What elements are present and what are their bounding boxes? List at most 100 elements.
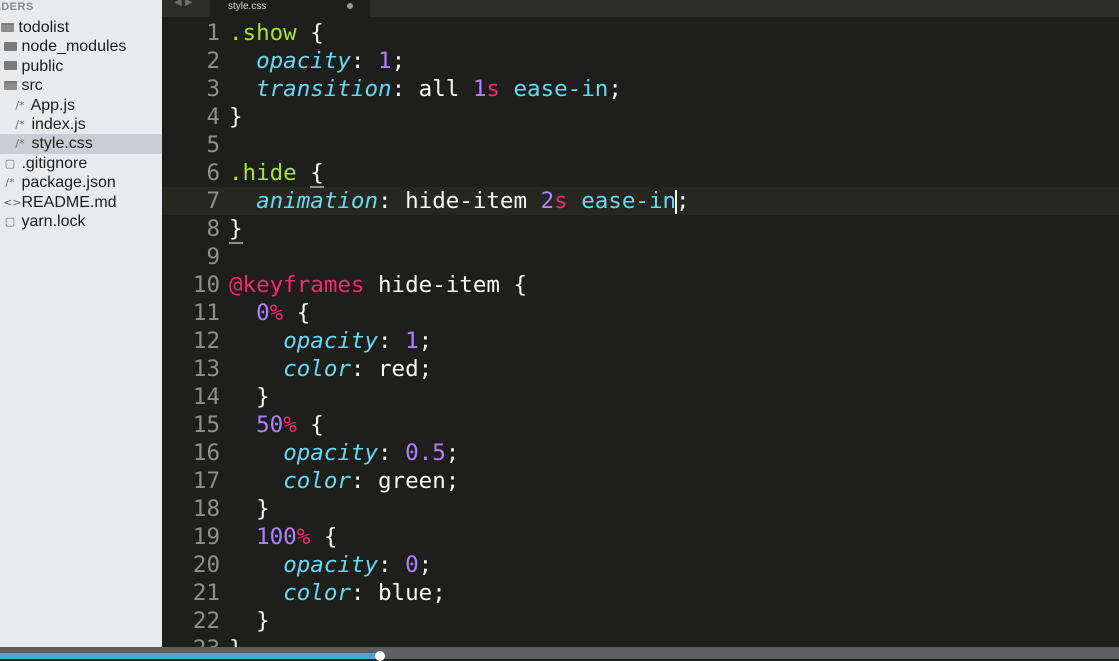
- code-line[interactable]: opacity: 1;: [229, 327, 432, 355]
- code-token: ;: [445, 440, 460, 466]
- code-token: %: [269, 300, 284, 326]
- folder-open-icon: [3, 76, 17, 95]
- video-progress-knob[interactable]: [375, 651, 386, 661]
- line-number: 12: [192, 328, 220, 354]
- code-token: {: [310, 160, 324, 188]
- sidebar-item-label: App.js: [27, 96, 76, 114]
- code-token: opacity: [283, 440, 379, 466]
- code-line[interactable]: @keyframes hide-item {: [229, 271, 527, 299]
- sidebar-item-public[interactable]: public: [0, 57, 162, 76]
- code-token: }: [229, 384, 270, 410]
- code-token: @keyframes: [229, 272, 365, 298]
- line-number: 7: [206, 188, 220, 214]
- line-number: 5: [206, 132, 220, 158]
- code-token: color: [283, 468, 351, 494]
- code-token: opacity: [283, 552, 379, 578]
- sidebar-item-yarn-lock[interactable]: ▢ yarn.lock: [0, 212, 162, 231]
- sidebar-item-gitignore[interactable]: ▢ .gitignore: [0, 154, 162, 173]
- sidebar-item-style-css[interactable]: /* style.css: [0, 134, 162, 154]
- code-token: ;: [418, 328, 433, 354]
- sidebar: LDERS todolist node_modules public src/*…: [0, 0, 162, 659]
- code-token: 0: [405, 552, 419, 578]
- code-token: 1: [472, 76, 487, 102]
- code-line[interactable]: }: [229, 495, 270, 523]
- sidebar-item-label: src: [17, 77, 43, 95]
- line-number: 11: [192, 300, 220, 326]
- line-number: 2: [206, 48, 220, 74]
- comment-file-icon: /*: [15, 98, 25, 112]
- code-token: }: [229, 104, 243, 130]
- code-line[interactable]: }: [229, 215, 243, 244]
- tab-title: style.css: [228, 1, 267, 12]
- code-token: {: [296, 20, 324, 46]
- tab-nav-arrows-icon[interactable]: ◀ ▶: [174, 0, 193, 8]
- sidebar-item-package-json[interactable]: /* package.json: [0, 173, 162, 192]
- code-token: color: [283, 356, 351, 382]
- sidebar-item-src[interactable]: src: [0, 76, 162, 95]
- code-line[interactable]: color: green;: [229, 467, 459, 495]
- sidebar-item-label: README.md: [17, 193, 117, 211]
- code-editor[interactable]: 1234567891011121314151617181920212223 .s…: [162, 17, 1119, 647]
- code-line[interactable]: }: [229, 383, 270, 411]
- code-token: : red;: [350, 356, 433, 382]
- sidebar-item-label: todolist: [14, 19, 70, 36]
- code-line[interactable]: }: [229, 103, 243, 131]
- sidebar-item-app-js[interactable]: /* App.js: [0, 96, 162, 115]
- code-token: }: [229, 608, 270, 634]
- sidebar-item-index-js[interactable]: /* index.js: [0, 115, 162, 134]
- code-line[interactable]: opacity: 1;: [229, 47, 405, 75]
- code-token: opacity: [283, 328, 379, 354]
- code-token: transition: [256, 76, 392, 102]
- line-number: 18: [192, 496, 220, 522]
- code-token: hide-item {: [364, 272, 528, 298]
- sidebar-item-label: index.js: [27, 115, 86, 133]
- tab-style-css[interactable]: style.css: [210, 0, 370, 17]
- line-number: 10: [192, 272, 220, 298]
- code-line[interactable]: color: red;: [229, 355, 432, 383]
- code-token: s: [486, 76, 500, 102]
- code-token: 0: [256, 300, 270, 326]
- code-line[interactable]: }: [229, 635, 243, 647]
- code-line[interactable]: opacity: 0;: [229, 551, 432, 579]
- code-token: %: [283, 412, 297, 438]
- code-token: s: [554, 188, 568, 214]
- file-icon: ▢: [4, 156, 16, 170]
- line-number: 14: [192, 384, 220, 410]
- code-token: ;: [608, 76, 622, 102]
- code-line[interactable]: color: blue;: [229, 579, 446, 607]
- code-token: animation: [256, 188, 379, 214]
- code-line[interactable]: }: [229, 607, 270, 635]
- sidebar-item-label: yarn.lock: [17, 212, 86, 230]
- code-token: ease-in: [513, 76, 609, 102]
- code-line[interactable]: animation: hide-item 2s ease-in;: [229, 187, 690, 215]
- code-line[interactable]: transition: all 1s ease-in;: [229, 75, 622, 103]
- code-line[interactable]: 50% {: [229, 411, 324, 439]
- sidebar-item-label: package.json: [17, 174, 116, 192]
- code-token: }: [229, 216, 243, 244]
- code-token: ;: [676, 188, 690, 214]
- sidebar-item-node-modules[interactable]: node_modules: [0, 37, 162, 56]
- code-line[interactable]: .hide {: [229, 159, 324, 188]
- folder-open-icon: [0, 18, 14, 37]
- code-line[interactable]: 100% {: [229, 523, 337, 551]
- line-number: 13: [192, 356, 220, 382]
- line-number: 21: [192, 580, 220, 606]
- modified-dot-icon[interactable]: [347, 3, 353, 9]
- code-line[interactable]: .show {: [229, 19, 324, 47]
- sidebar-item-todolist[interactable]: todolist: [0, 18, 162, 37]
- sidebar-item-readme-md[interactable]: <> README.md: [0, 193, 162, 212]
- code-line[interactable]: opacity: 0.5;: [229, 439, 459, 467]
- line-number: 6: [206, 160, 220, 186]
- comment-file-icon: /*: [5, 176, 15, 190]
- code-token: opacity: [256, 48, 351, 74]
- code-line[interactable]: 0% {: [229, 299, 310, 327]
